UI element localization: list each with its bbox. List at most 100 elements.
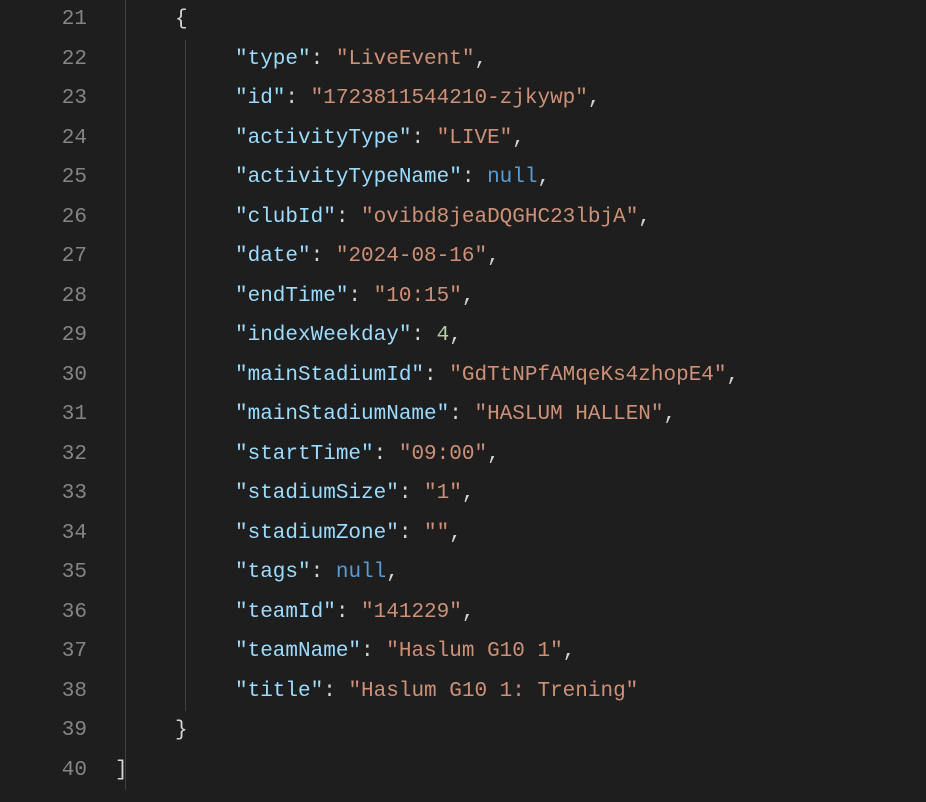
code-content: "mainStadiumName": "HASLUM HALLEN", xyxy=(115,395,676,435)
token: "09:00" xyxy=(399,443,487,466)
token: "id" xyxy=(235,87,285,110)
token: : xyxy=(336,206,361,229)
code-line[interactable]: } xyxy=(115,711,926,751)
token: ] xyxy=(115,759,128,782)
code-line[interactable]: "mainStadiumName": "HASLUM HALLEN", xyxy=(115,395,926,435)
code-editor[interactable]: 2122232425262728293031323334353637383940… xyxy=(0,0,926,802)
code-content: "teamId": "141229", xyxy=(115,593,474,633)
code-content: "clubId": "ovibd8jeaDQGHC23lbjA", xyxy=(115,198,651,238)
code-line[interactable]: "stadiumSize": "1", xyxy=(115,474,926,514)
token: : xyxy=(411,324,436,347)
code-line[interactable]: "date": "2024-08-16", xyxy=(115,237,926,277)
code-line[interactable]: "teamName": "Haslum G10 1", xyxy=(115,632,926,672)
code-line[interactable]: "indexWeekday": 4, xyxy=(115,316,926,356)
token: "stadiumZone" xyxy=(235,522,399,545)
token: "1" xyxy=(424,482,462,505)
code-line[interactable]: "mainStadiumId": "GdTtNPfAMqeKs4zhopE4", xyxy=(115,356,926,396)
code-content: "stadiumZone": "", xyxy=(115,514,462,554)
token: , xyxy=(487,443,500,466)
token: "" xyxy=(424,522,449,545)
code-line[interactable]: "teamId": "141229", xyxy=(115,593,926,633)
token: { xyxy=(175,8,188,31)
token: : xyxy=(348,285,373,308)
token: , xyxy=(727,364,740,387)
token: : xyxy=(285,87,310,110)
code-content: "type": "LiveEvent", xyxy=(115,40,487,80)
token: "startTime" xyxy=(235,443,374,466)
code-content: "teamName": "Haslum G10 1", xyxy=(115,632,575,672)
token: "LiveEvent" xyxy=(336,48,475,71)
token: "tags" xyxy=(235,561,311,584)
line-number: 23 xyxy=(0,79,87,119)
token: "mainStadiumName" xyxy=(235,403,449,426)
code-content: "activityType": "LIVE", xyxy=(115,119,525,159)
token: "indexWeekday" xyxy=(235,324,411,347)
code-line[interactable]: { xyxy=(115,0,926,40)
token: , xyxy=(449,324,462,347)
line-number: 22 xyxy=(0,40,87,80)
token: "2024-08-16" xyxy=(336,245,487,268)
token: , xyxy=(474,48,487,71)
token: : xyxy=(399,522,424,545)
code-line[interactable]: "title": "Haslum G10 1: Trening" xyxy=(115,672,926,712)
token: : xyxy=(311,561,336,584)
token: null xyxy=(336,561,386,584)
code-area[interactable]: {"type": "LiveEvent","id": "172381154421… xyxy=(115,0,926,802)
code-content: { xyxy=(115,0,188,40)
line-number: 32 xyxy=(0,435,87,475)
code-line[interactable]: "stadiumZone": "", xyxy=(115,514,926,554)
code-content: "startTime": "09:00", xyxy=(115,435,500,475)
line-number: 34 xyxy=(0,514,87,554)
token: : xyxy=(311,48,336,71)
token: : xyxy=(411,127,436,150)
code-line[interactable]: "type": "LiveEvent", xyxy=(115,40,926,80)
code-content: "stadiumSize": "1", xyxy=(115,474,474,514)
line-number: 25 xyxy=(0,158,87,198)
line-number: 30 xyxy=(0,356,87,396)
line-number: 37 xyxy=(0,632,87,672)
line-number: 29 xyxy=(0,316,87,356)
token: , xyxy=(664,403,677,426)
token: "ovibd8jeaDQGHC23lbjA" xyxy=(361,206,638,229)
code-line[interactable]: "clubId": "ovibd8jeaDQGHC23lbjA", xyxy=(115,198,926,238)
token: , xyxy=(462,601,475,624)
token: : xyxy=(361,640,386,663)
token: , xyxy=(487,245,500,268)
token: : xyxy=(424,364,449,387)
line-number: 24 xyxy=(0,119,87,159)
token: "10:15" xyxy=(374,285,462,308)
line-number: 39 xyxy=(0,711,87,751)
token: "mainStadiumId" xyxy=(235,364,424,387)
token: "HASLUM HALLEN" xyxy=(474,403,663,426)
token: "activityType" xyxy=(235,127,411,150)
token: "1723811544210-zjkywp" xyxy=(311,87,588,110)
token: : xyxy=(374,443,399,466)
code-line[interactable]: "activityType": "LIVE", xyxy=(115,119,926,159)
token: "title" xyxy=(235,680,323,703)
code-content: "title": "Haslum G10 1: Trening" xyxy=(115,672,638,712)
line-number: 28 xyxy=(0,277,87,317)
code-line[interactable]: "activityTypeName": null, xyxy=(115,158,926,198)
code-content: ] xyxy=(115,751,128,791)
code-line[interactable]: "tags": null, xyxy=(115,553,926,593)
token: "GdTtNPfAMqeKs4zhopE4" xyxy=(449,364,726,387)
code-line[interactable]: ] xyxy=(115,751,926,791)
code-content: "indexWeekday": 4, xyxy=(115,316,462,356)
code-line[interactable]: "id": "1723811544210-zjkywp", xyxy=(115,79,926,119)
code-content: "date": "2024-08-16", xyxy=(115,237,500,277)
line-number: 26 xyxy=(0,198,87,238)
line-number: 27 xyxy=(0,237,87,277)
code-line[interactable]: "startTime": "09:00", xyxy=(115,435,926,475)
token: "activityTypeName" xyxy=(235,166,462,189)
token: null xyxy=(487,166,537,189)
code-content: "endTime": "10:15", xyxy=(115,277,474,317)
token: : xyxy=(336,601,361,624)
code-content: "tags": null, xyxy=(115,553,399,593)
code-line[interactable]: "endTime": "10:15", xyxy=(115,277,926,317)
line-number: 33 xyxy=(0,474,87,514)
token: , xyxy=(512,127,525,150)
line-number: 21 xyxy=(0,0,87,40)
token: "stadiumSize" xyxy=(235,482,399,505)
line-number: 36 xyxy=(0,593,87,633)
token: 4 xyxy=(437,324,450,347)
